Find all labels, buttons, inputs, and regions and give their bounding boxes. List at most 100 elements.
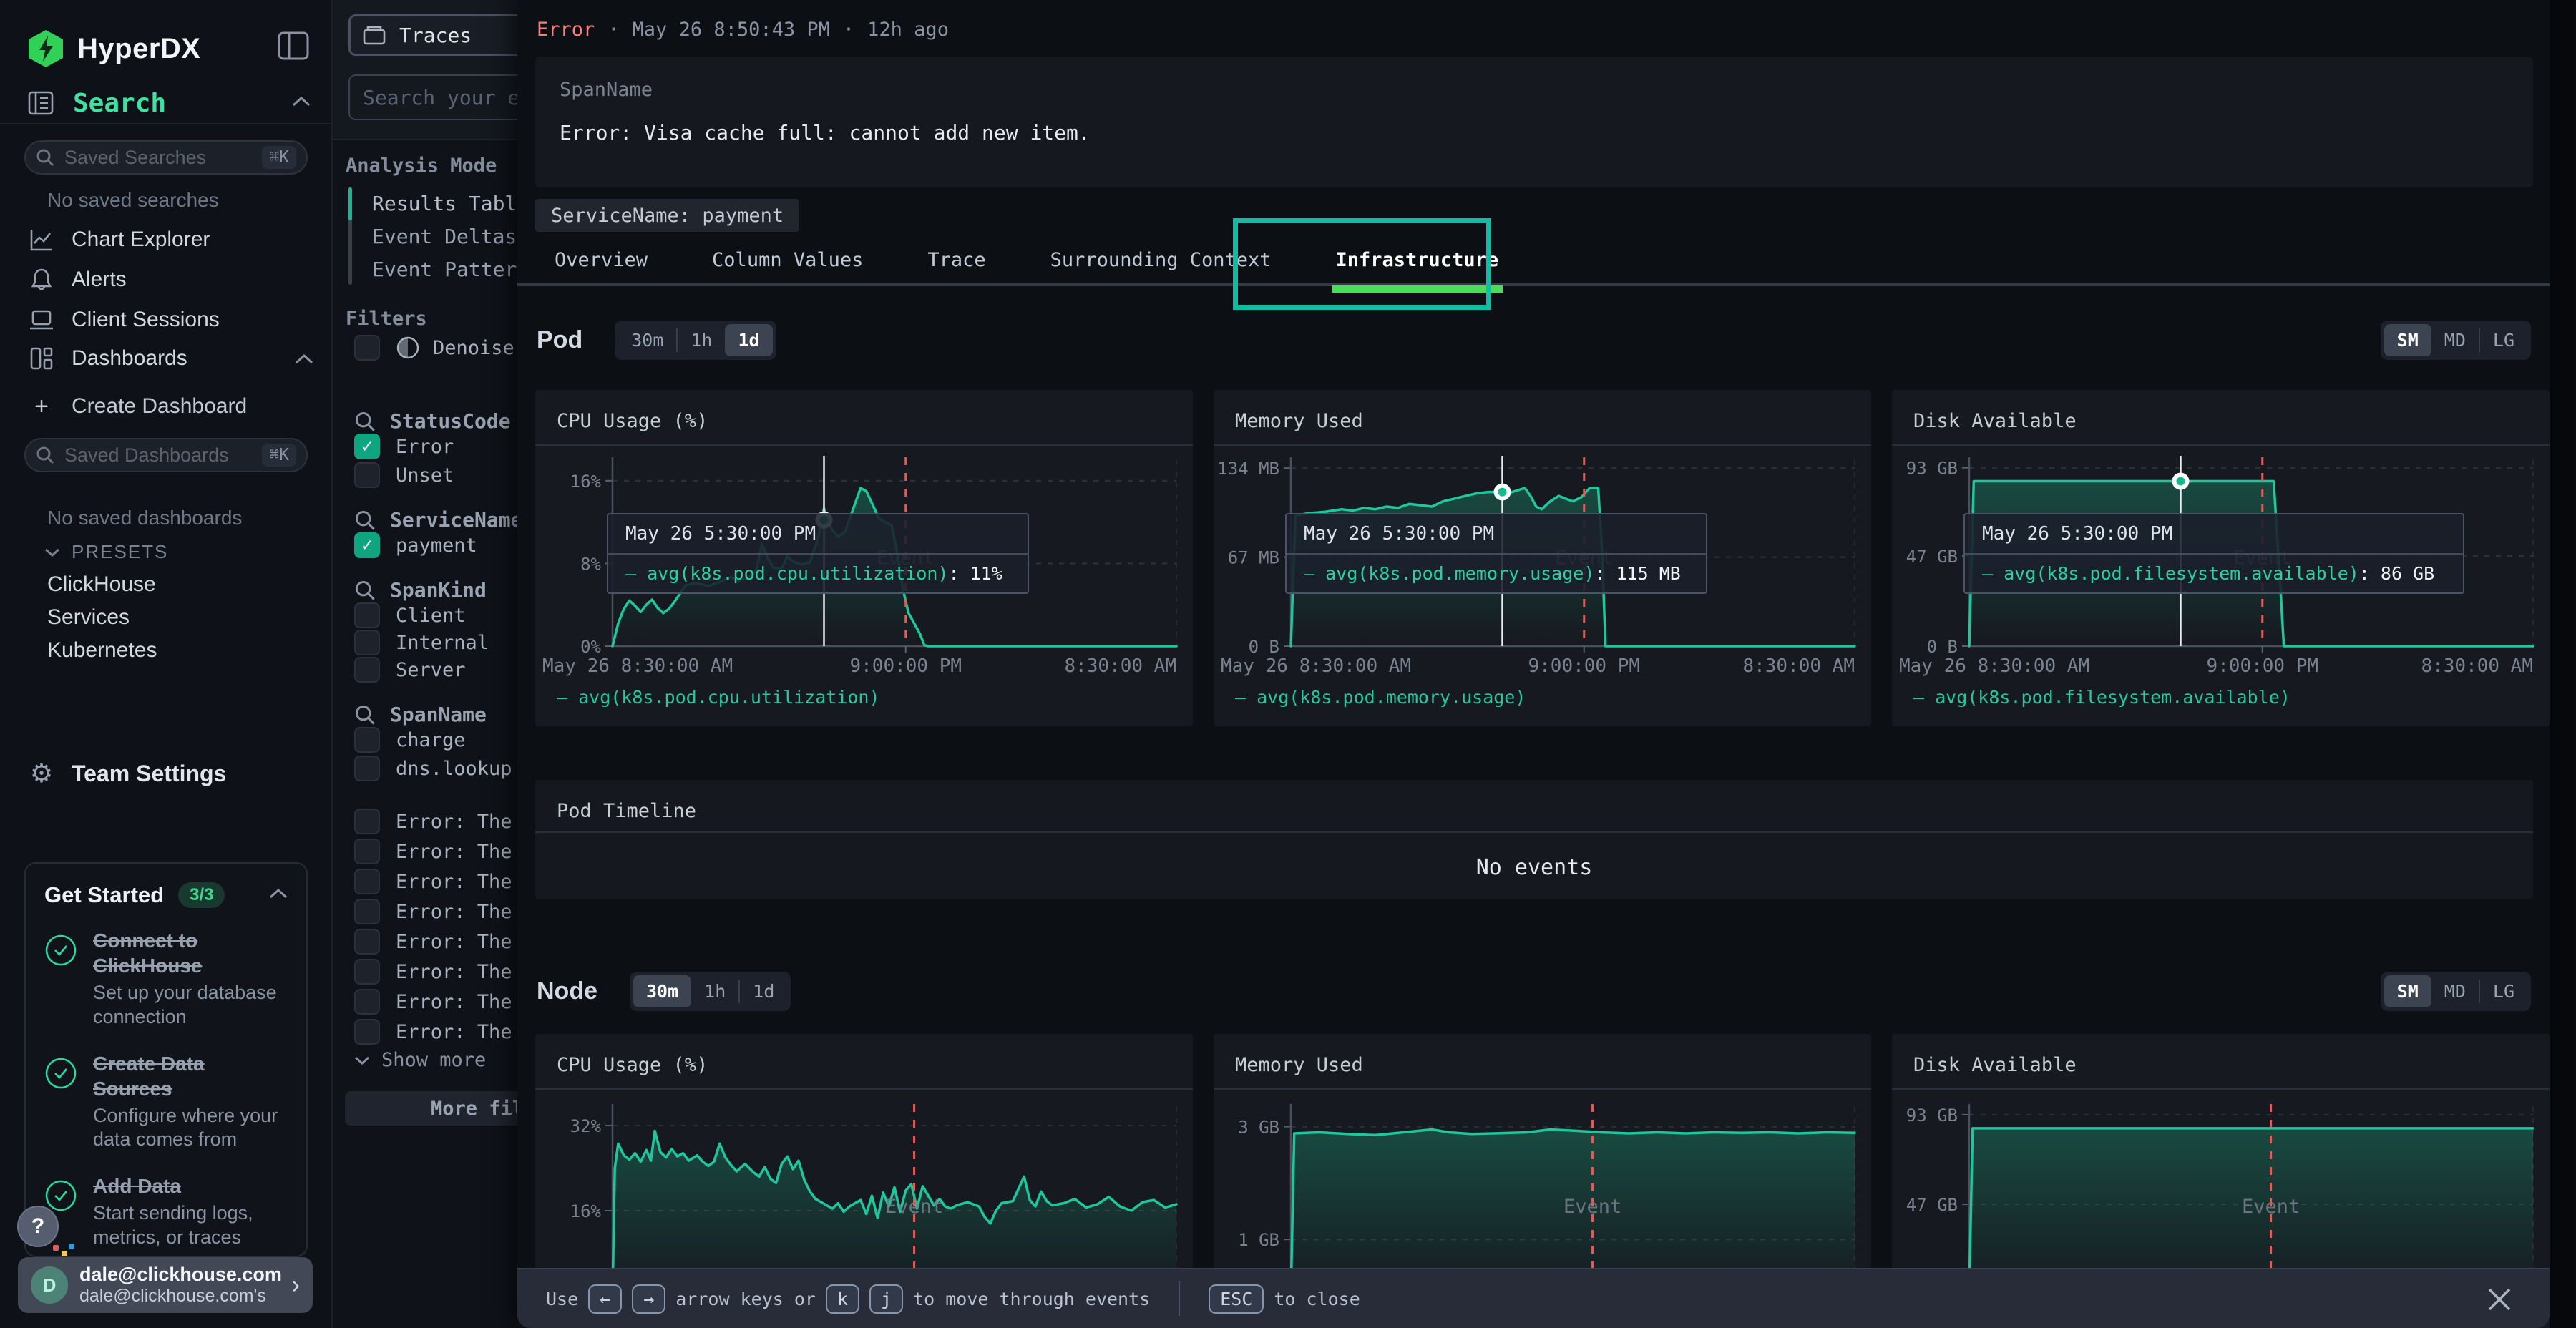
checkbox[interactable] bbox=[354, 959, 380, 985]
filter-option-payment[interactable]: ✓payment bbox=[354, 532, 477, 558]
checkbox[interactable] bbox=[354, 899, 380, 924]
preset-clickhouse[interactable]: ClickHouse bbox=[47, 572, 156, 597]
show-more-toggle[interactable]: Show more bbox=[354, 1049, 486, 1071]
checkbox-checked[interactable]: ✓ bbox=[354, 532, 380, 558]
checkbox[interactable] bbox=[354, 630, 380, 655]
event-search-input[interactable]: Search your ev bbox=[348, 74, 517, 120]
tab-column-values[interactable]: Column Values bbox=[712, 249, 863, 271]
node-size-sm[interactable]: SM bbox=[2384, 975, 2431, 1007]
tab-overview[interactable]: Overview bbox=[555, 249, 648, 271]
preset-services[interactable]: Services bbox=[47, 605, 130, 630]
filter-option-dns-lookup[interactable]: dns.lookup bbox=[354, 756, 512, 781]
filter-option-error-span[interactable]: Error: The cr bbox=[354, 899, 517, 924]
svg-text:May 26 8:30:00 AM: May 26 8:30:00 AM bbox=[1221, 655, 1411, 677]
get-started-item-desc: Set up your database connection bbox=[93, 981, 288, 1030]
get-started-item-add-data[interactable]: Add Data Start sending logs, metrics, or… bbox=[44, 1173, 288, 1250]
checkbox[interactable] bbox=[354, 839, 380, 864]
filter-option-error-span[interactable]: Error: The cr bbox=[354, 929, 517, 954]
checkbox[interactable] bbox=[354, 869, 380, 894]
filter-option-client[interactable]: Client bbox=[354, 602, 466, 628]
filter-option-error-span[interactable]: Error: The cr bbox=[354, 989, 517, 1015]
status-badge: Error bbox=[537, 19, 595, 41]
checkbox[interactable] bbox=[354, 727, 380, 753]
checkbox[interactable] bbox=[354, 756, 380, 781]
filter-option-charge[interactable]: charge bbox=[354, 727, 466, 753]
help-button[interactable]: ? bbox=[17, 1206, 59, 1247]
sidebar-item-chart-explorer[interactable]: Chart Explorer bbox=[27, 223, 313, 256]
node-size-lg[interactable]: LG bbox=[2480, 975, 2527, 1007]
checkbox[interactable] bbox=[354, 602, 380, 628]
mode-results-table[interactable]: Results Table bbox=[372, 192, 517, 215]
pod-size-md[interactable]: MD bbox=[2431, 324, 2479, 356]
node-range-30m[interactable]: 30m bbox=[633, 975, 691, 1007]
presets-toggle[interactable]: PRESETS bbox=[44, 541, 168, 563]
alerts-label: Alerts bbox=[72, 268, 127, 292]
service-name-tag[interactable]: ServiceName: payment bbox=[535, 199, 799, 232]
saved-searches-input[interactable]: Saved Searches ⌘K bbox=[24, 140, 308, 175]
filter-option-error[interactable]: ✓Error bbox=[354, 434, 454, 459]
checkbox[interactable] bbox=[354, 657, 380, 683]
sidebar-item-alerts[interactable]: Alerts bbox=[27, 263, 313, 296]
checkbox[interactable] bbox=[354, 462, 380, 488]
search-icon[interactable] bbox=[354, 411, 376, 432]
mode-event-deltas[interactable]: Event Deltas bbox=[372, 225, 517, 248]
sidebar-item-search[interactable]: Search bbox=[27, 84, 311, 122]
filter-group-spanname: SpanName bbox=[354, 703, 487, 726]
chevron-up-icon[interactable] bbox=[269, 888, 288, 903]
sidebar-item-dashboards[interactable]: Dashboards bbox=[27, 342, 313, 375]
source-select[interactable]: Traces bbox=[348, 14, 517, 56]
app-logo[interactable]: HyperDX bbox=[27, 26, 313, 72]
search-icon[interactable] bbox=[354, 509, 376, 531]
checkbox[interactable] bbox=[354, 1019, 380, 1045]
filter-option-internal[interactable]: Internal bbox=[354, 630, 489, 655]
show-more-label: Show more bbox=[381, 1049, 486, 1071]
close-icon[interactable] bbox=[2485, 1285, 2514, 1314]
node-size-md[interactable]: MD bbox=[2431, 975, 2479, 1007]
search-icon[interactable] bbox=[354, 580, 376, 601]
shortcut-badge: ⌘K bbox=[262, 146, 296, 169]
search-icon[interactable] bbox=[354, 704, 376, 726]
node-range-1h[interactable]: 1h bbox=[691, 975, 738, 1007]
svg-text:3 GB: 3 GB bbox=[1238, 1118, 1279, 1138]
filter-group-name: SpanName bbox=[390, 703, 487, 726]
user-profile-chip[interactable]: D dale@clickhouse.com dale@clickhouse.co… bbox=[18, 1257, 313, 1313]
filter-option-unset[interactable]: Unset bbox=[354, 462, 454, 488]
pod-range-1h[interactable]: 1h bbox=[678, 324, 725, 356]
get-started-item-sources[interactable]: Create Data Sources Configure where your… bbox=[44, 1051, 288, 1153]
sidebar-item-team-settings[interactable]: ⚙ Team Settings bbox=[27, 757, 313, 790]
checkbox[interactable] bbox=[354, 989, 380, 1015]
tab-infrastructure[interactable]: Infrastructure bbox=[1336, 249, 1499, 271]
filter-option-label: Server bbox=[396, 659, 466, 681]
node-range-1d[interactable]: 1d bbox=[740, 975, 787, 1007]
get-started-item-title: Add Data bbox=[93, 1173, 288, 1198]
filter-option-server[interactable]: Server bbox=[354, 657, 466, 683]
checkbox[interactable] bbox=[354, 335, 380, 361]
tab-surrounding-context[interactable]: Surrounding Context bbox=[1050, 249, 1272, 271]
checkbox-checked[interactable]: ✓ bbox=[354, 434, 380, 459]
more-filters-button[interactable]: More fil bbox=[345, 1091, 517, 1126]
get-started-item-connect[interactable]: Connect to ClickHouse Set up your databa… bbox=[44, 928, 288, 1030]
create-dashboard-button[interactable]: + Create Dashboard bbox=[27, 390, 313, 423]
saved-dashboards-input[interactable]: Saved Dashboards ⌘K bbox=[24, 438, 308, 472]
pod-size-lg[interactable]: LG bbox=[2480, 324, 2527, 356]
sidebar-collapse-icon[interactable] bbox=[278, 31, 309, 60]
filter-option-error-span[interactable]: Error: The cr bbox=[354, 869, 517, 894]
checkbox[interactable] bbox=[354, 929, 380, 954]
filter-option-error-span[interactable]: Error: The cr bbox=[354, 839, 517, 864]
sidebar-item-client-sessions[interactable]: Client Sessions bbox=[27, 303, 313, 336]
checkbox[interactable] bbox=[354, 809, 380, 834]
svg-text:47 GB: 47 GB bbox=[1906, 1195, 1958, 1215]
preset-kubernetes[interactable]: Kubernetes bbox=[47, 638, 157, 663]
pod-range-selector: 30m 1h 1d bbox=[615, 321, 776, 360]
filter-option-error-span[interactable]: Error: The cr bbox=[354, 809, 517, 834]
pod-range-30m[interactable]: 30m bbox=[618, 324, 676, 356]
filter-option-error-span[interactable]: Error: The cr bbox=[354, 959, 517, 985]
denoise-checkbox-row[interactable]: Denoise Re bbox=[354, 335, 517, 361]
pod-size-sm[interactable]: SM bbox=[2384, 324, 2431, 356]
detail-tabs: Overview Column Values Trace Surrounding… bbox=[517, 236, 2550, 286]
filter-option-error-span[interactable]: Error: The cr bbox=[354, 1019, 517, 1045]
tab-trace[interactable]: Trace bbox=[927, 249, 985, 271]
svg-text:67 MB: 67 MB bbox=[1228, 548, 1279, 568]
pod-range-1d[interactable]: 1d bbox=[725, 324, 772, 356]
mode-event-patterns[interactable]: Event Patterns bbox=[372, 258, 517, 281]
